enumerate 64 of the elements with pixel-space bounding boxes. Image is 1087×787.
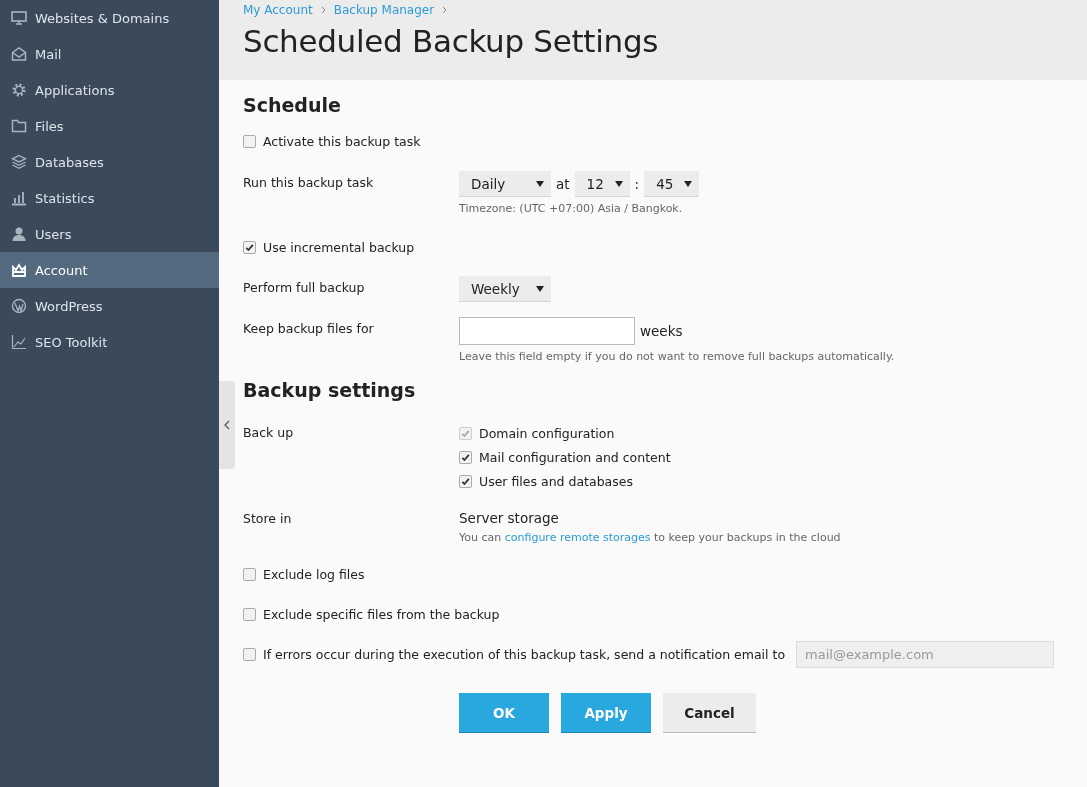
sidebar-item[interactable]: Users (0, 216, 219, 252)
dropdown[interactable]: Daily (459, 171, 551, 197)
sidebar-item[interactable]: Mail (0, 36, 219, 72)
chevron-right-icon (320, 6, 326, 14)
checkbox-label: Domain configuration (479, 425, 615, 441)
checkbox-label: Activate this backup task (263, 133, 421, 149)
checkbox[interactable] (243, 607, 256, 621)
folder-icon (11, 118, 27, 134)
gear-icon (11, 82, 27, 98)
checkbox-label: Exclude specific files from the backup (263, 606, 500, 622)
section-heading: Backup settings (243, 379, 417, 401)
dropdown[interactable]: 12 (574, 171, 630, 197)
checkbox[interactable] (243, 647, 256, 661)
checkbox-label: Mail configuration and content (479, 449, 671, 465)
collapse-sidebar-handle[interactable] (219, 381, 235, 469)
section-heading: Schedule (243, 94, 342, 116)
sidebar-item[interactable]: Files (0, 108, 219, 144)
chevron-left-icon (224, 420, 230, 430)
crown-icon (11, 262, 27, 278)
sidebar-item[interactable]: Websites & Domains (0, 0, 219, 36)
sidebar-item[interactable]: Account (0, 252, 219, 288)
sidebar-item[interactable]: Applications (0, 72, 219, 108)
storage-value: Server storage (459, 509, 560, 526)
field-label: Perform full backup (243, 279, 366, 297)
checkbox-label: User files and databases (479, 473, 633, 489)
hint-text: Timezone: (UTC +07:00) Asia / Bangkok. (459, 202, 684, 215)
wordpress-icon (11, 298, 27, 314)
hint-text: Leave this field empty if you do not want to remove full backups automatically. (459, 350, 895, 363)
input-field[interactable] (459, 317, 635, 345)
checkbox[interactable] (243, 240, 256, 254)
monitor-icon (11, 10, 27, 26)
checkbox[interactable] (459, 474, 472, 488)
sidebar-item[interactable]: SEO Toolkit (0, 324, 219, 360)
checkbox-label: Use incremental backup (263, 239, 415, 255)
person-icon (11, 226, 27, 242)
storage-note: You can configure remote storages to keep your backups in the cloud (459, 531, 841, 544)
time-separator: : (634, 176, 640, 192)
checkbox[interactable] (243, 567, 256, 581)
checkbox-label: Exclude log files (263, 566, 365, 582)
field-label: Run this backup task (243, 174, 375, 192)
caret-icon (536, 180, 544, 187)
page-title: Scheduled Backup Settings (243, 23, 660, 59)
chevron-right-icon (442, 6, 448, 14)
caret-icon (684, 180, 693, 187)
at-label: at (556, 176, 570, 192)
sidebar-item[interactable]: Statistics (0, 180, 219, 216)
checkbox[interactable] (459, 450, 472, 464)
cancel-button[interactable]: Cancel (663, 693, 756, 733)
field-label: Keep backup files for (243, 320, 375, 338)
dropdown[interactable]: Weekly (459, 276, 551, 302)
caret-icon (614, 180, 623, 187)
unit-label: weeks (640, 323, 683, 339)
sidebar-item[interactable]: Databases (0, 144, 219, 180)
dropdown[interactable]: 45 (644, 171, 700, 197)
field-label: Store in (243, 510, 293, 528)
bar-chart-icon (11, 190, 27, 206)
caret-icon (536, 285, 544, 292)
line-chart-icon (11, 334, 27, 350)
sidebar-item[interactable]: WordPress (0, 288, 219, 324)
layers-icon (11, 154, 27, 170)
field-label: Back up (243, 424, 295, 442)
checkbox-label: If errors occur during the execution of this backup task, send a notification email to (263, 646, 786, 662)
envelope-icon (11, 46, 27, 62)
checkbox[interactable] (243, 134, 256, 148)
